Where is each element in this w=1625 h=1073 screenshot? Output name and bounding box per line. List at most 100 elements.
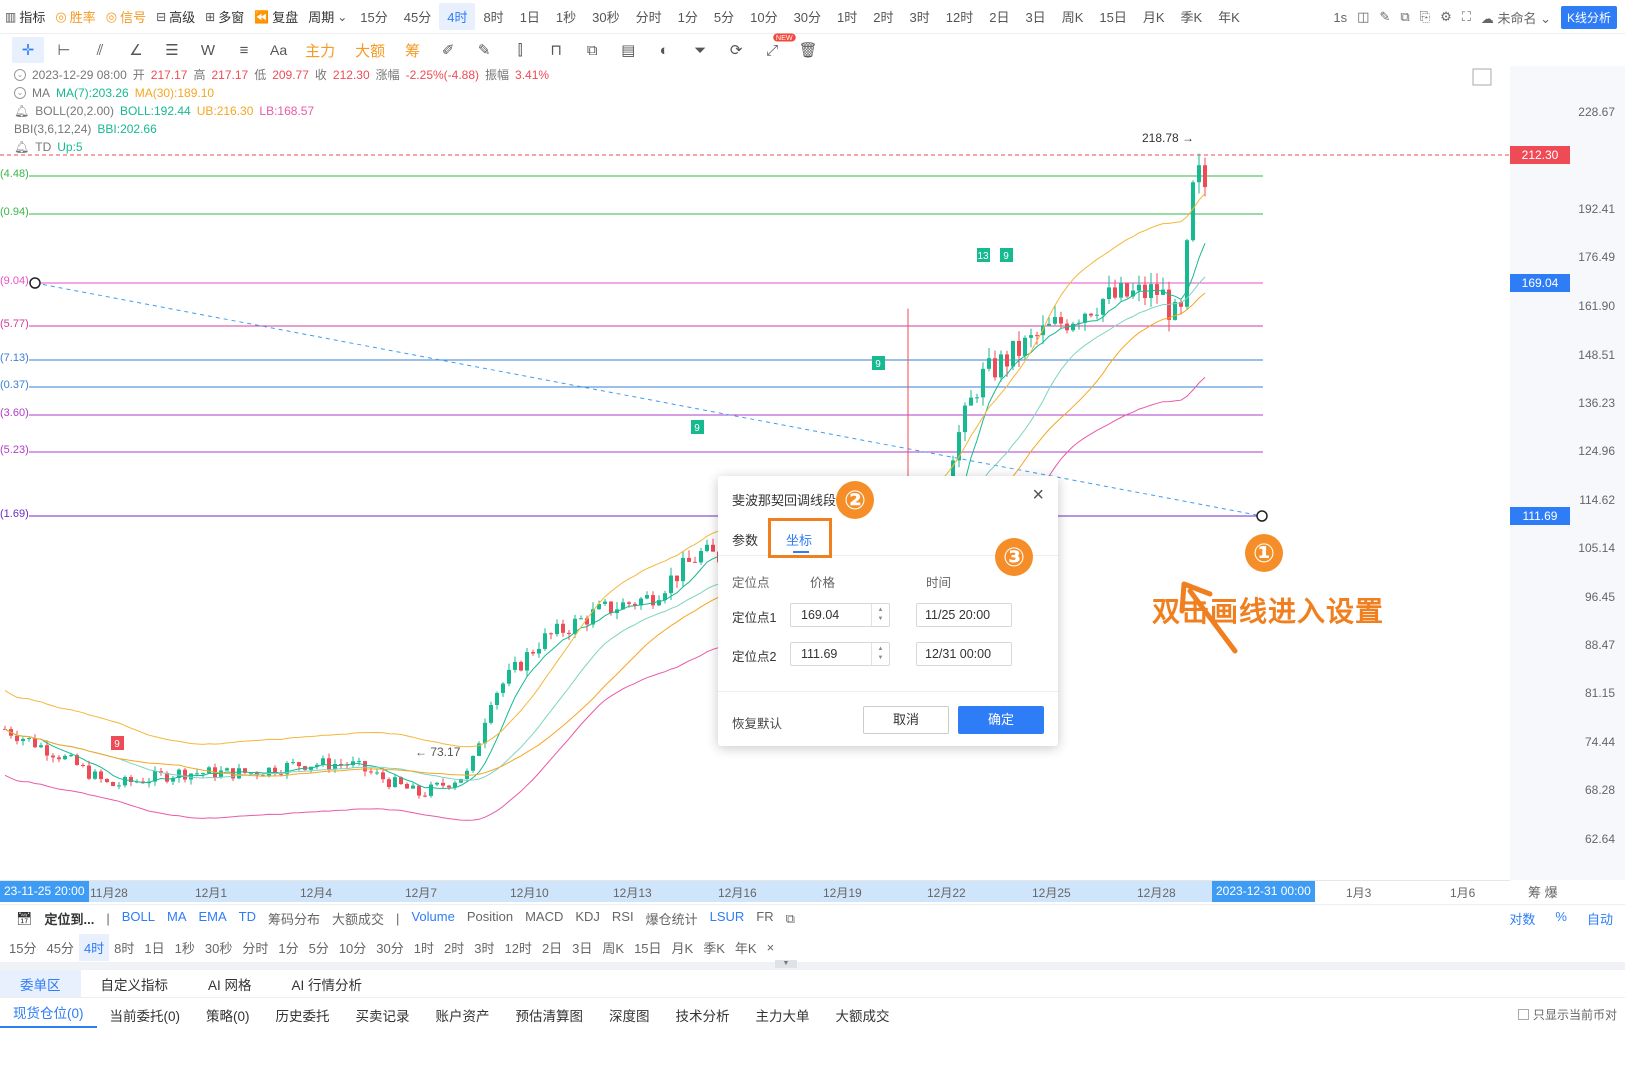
angle-icon[interactable]: ∠ (120, 37, 152, 63)
locate-button[interactable]: 定位到... (39, 909, 101, 928)
chips-tool[interactable]: 筹 (397, 37, 428, 63)
order-tab-9[interactable]: 主力大单 (743, 1005, 823, 1025)
maximize-icon[interactable] (1472, 68, 1492, 86)
price-stepper[interactable]: ▲ ▼ (871, 643, 889, 665)
fib-lines-icon[interactable]: ☰ (156, 37, 188, 63)
axis-right-label[interactable]: 筹 爆 (1510, 880, 1625, 902)
period-bar-item-9[interactable]: 5分 (304, 938, 334, 957)
collapse-icon[interactable]: ⌄ (14, 69, 26, 81)
win-rate-button[interactable]: ◎ 胜率 (50, 7, 100, 26)
fib-trend-line[interactable] (34, 282, 1263, 517)
fullscreen-icon[interactable]: ⛶ (1462, 9, 1471, 25)
period-bar-item-7[interactable]: 分时 (237, 938, 273, 957)
chevron-down-icon[interactable]: ▼ (878, 654, 884, 663)
calendar-icon[interactable]: 📅︎ (0, 911, 39, 927)
only-current-checkbox[interactable]: 只显示当前币对 (1517, 1006, 1617, 1023)
close-icon[interactable]: × (762, 940, 780, 955)
ruler-icon[interactable]: ✐ (432, 37, 464, 63)
bottom-tab-2[interactable]: AI 网格 (188, 970, 272, 997)
big-amount-tool[interactable]: 大额 (347, 37, 393, 63)
sub-indicator-1[interactable]: Position (461, 909, 519, 928)
axis-option-1[interactable]: % (1549, 909, 1573, 928)
period-bar-item-20[interactable]: 月K (667, 938, 699, 957)
confirm-button[interactable]: 确定 (958, 706, 1044, 734)
order-tab-0[interactable]: 现货仓位(0) (0, 1002, 97, 1028)
pen-icon[interactable]: ✎ (1379, 9, 1390, 25)
fib-anchor-point2[interactable] (1256, 510, 1268, 522)
period-14[interactable]: 3时 (902, 7, 938, 26)
main-indicator-2[interactable]: EMA (193, 909, 233, 928)
chevron-down-icon[interactable]: ▼ (878, 615, 884, 624)
period-12[interactable]: 1时 (829, 7, 865, 26)
period-18[interactable]: 周K (1054, 7, 1092, 26)
sub-indicator-0[interactable]: Volume (405, 909, 460, 928)
tag-icon[interactable]: ⎘ (1420, 9, 1430, 25)
point1-time-input[interactable]: 11/25 20:00 (916, 603, 1012, 627)
period-bar-item-8[interactable]: 1分 (273, 938, 303, 957)
period-dropdown[interactable]: 周期 ⌄ (303, 7, 352, 26)
order-tab-5[interactable]: 账户资产 (423, 1005, 503, 1025)
order-tab-4[interactable]: 买卖记录 (343, 1005, 423, 1025)
order-tab-10[interactable]: 大额成交 (823, 1005, 903, 1025)
sync-icon[interactable]: ⟳ (720, 37, 752, 63)
camera-icon[interactable]: ◫ (1357, 9, 1369, 25)
order-tab-6[interactable]: 预估清算图 (503, 1005, 597, 1025)
chevron-up-icon[interactable]: ▲ (878, 606, 884, 615)
ai-draw-icon[interactable]: ⤢ NEW (756, 33, 795, 63)
period-16[interactable]: 2日 (981, 7, 1017, 26)
channel-icon[interactable]: ⫽ (84, 37, 116, 63)
chevron-up-icon[interactable]: ▲ (878, 645, 884, 654)
price-stepper[interactable]: ▲ ▼ (871, 604, 889, 626)
reset-default-link[interactable]: 恢复默认 (732, 713, 782, 732)
period-6[interactable]: 30秒 (584, 7, 627, 26)
period-20[interactable]: 月K (1135, 7, 1173, 26)
bell-icon[interactable]: 🔔︎ (14, 102, 29, 120)
text-tool[interactable]: Aa (264, 37, 293, 63)
main-indicator-4[interactable]: 筹码分布 (262, 909, 326, 928)
sub-indicator-7[interactable]: FR (750, 909, 779, 928)
multi-window-button[interactable]: ⊞ 多窗 (200, 7, 249, 26)
copy-icon[interactable]: ⧉ (576, 37, 608, 63)
gear-icon[interactable]: ⚙ (1440, 9, 1452, 25)
fib-anchor-point1[interactable] (29, 277, 41, 289)
period-bar-item-15[interactable]: 12时 (499, 938, 536, 957)
period-7[interactable]: 分时 (628, 7, 670, 26)
period-bar-item-1[interactable]: 45分 (41, 938, 78, 957)
hline-icon[interactable]: ⊢ (48, 37, 80, 63)
bell-icon[interactable]: 🔔︎ (14, 138, 29, 156)
period-bar-item-12[interactable]: 1时 (409, 938, 439, 957)
cancel-button[interactable]: 取消 (863, 706, 949, 734)
price-axis[interactable]: 228.67 192.41 176.49 161.90 148.51 136.23 124.… (1510, 66, 1625, 880)
order-tab-7[interactable]: 深度图 (596, 1005, 663, 1025)
tab-params[interactable]: 参数 (732, 530, 758, 549)
trash-icon[interactable]: 🗑 (792, 37, 824, 63)
collapse-panel-icon[interactable]: ▼ (775, 960, 797, 968)
period-2[interactable]: 4时 (439, 3, 476, 30)
layout-icon[interactable]: ⧉ (1400, 9, 1409, 25)
period-bar-item-10[interactable]: 10分 (334, 938, 371, 957)
main-indicator-0[interactable]: BOLL (116, 909, 161, 928)
main-indicator-1[interactable]: MA (161, 909, 193, 928)
period-bar-item-13[interactable]: 2时 (439, 938, 469, 957)
point1-price-input[interactable]: 169.04 ▲ ▼ (790, 603, 890, 627)
period-bar-item-2[interactable]: 4时 (78, 933, 110, 961)
date-axis[interactable]: 11月28 12月1 12月4 12月7 12月10 12月13 12月16 12月19 12月… (0, 880, 1510, 902)
interval-label[interactable]: 1s (1333, 10, 1347, 25)
period-15[interactable]: 12时 (938, 7, 981, 26)
period-22[interactable]: 年K (1210, 7, 1248, 26)
sub-indicator-6[interactable]: LSUR (704, 909, 751, 928)
order-tab-3[interactable]: 历史委托 (263, 1005, 343, 1025)
filter-icon[interactable]: ⏷ (684, 37, 716, 63)
sub-indicator-4[interactable]: RSI (606, 909, 640, 928)
period-bar-item-14[interactable]: 3时 (469, 938, 499, 957)
cloud-dropdown[interactable]: ☁ 未命名 ⌄ (1481, 8, 1551, 27)
period-bar-item-11[interactable]: 30分 (371, 938, 408, 957)
period-4[interactable]: 1日 (512, 7, 548, 26)
period-3[interactable]: 8时 (475, 7, 511, 26)
crosshair-icon[interactable]: ✛ (12, 37, 44, 63)
period-0[interactable]: 15分 (352, 7, 395, 26)
period-8[interactable]: 1分 (670, 7, 706, 26)
period-bar-item-0[interactable]: 15分 (4, 938, 41, 957)
bottom-tab-3[interactable]: AI 行情分析 (272, 970, 383, 997)
point2-price-input[interactable]: 111.69 ▲ ▼ (790, 642, 890, 666)
